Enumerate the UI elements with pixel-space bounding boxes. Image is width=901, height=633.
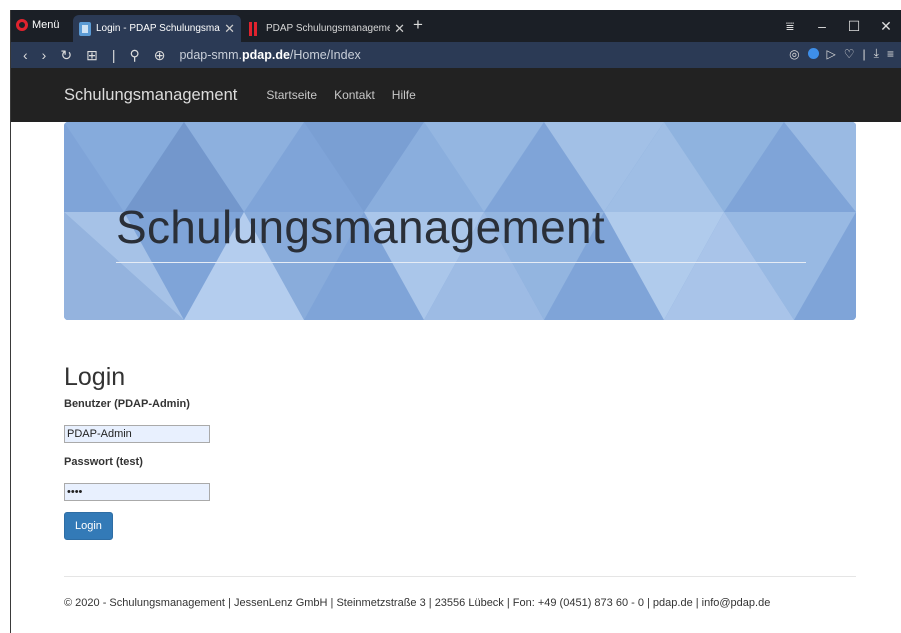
close-tab-icon[interactable]: ✕ [394, 21, 405, 37]
password-input[interactable] [64, 483, 210, 501]
tab-title: Login - PDAP Schulungsma [96, 23, 220, 34]
send-icon[interactable]: ▷ [827, 47, 836, 61]
jumbotron-divider [116, 262, 806, 263]
heart-icon[interactable]: ♡ [844, 47, 855, 61]
navbar-links: Startseite Kontakt Hilfe [249, 88, 415, 102]
nav-link-startseite[interactable]: Startseite [266, 88, 317, 102]
window-controls: ⩸ – ☐ ✕ [774, 10, 901, 42]
tab-pdap[interactable]: PDAP Schulungsmanageme ✕ [243, 15, 411, 42]
jumbotron-title: Schulungsmanagement [116, 201, 606, 253]
address-bar-actions: ◎ ▷ ♡ | ⤓ ≡ [789, 46, 894, 61]
snapshot-icon[interactable]: ◎ [789, 47, 799, 61]
browser-window: Menü Login - PDAP Schulungsma ✕ PDAP Sch… [10, 10, 901, 633]
address-bar: ‹ › ↻ ⊞ | ⚲ ⊕ pdap-smm.pdap.de/Home/Inde… [11, 42, 901, 68]
password-label: Passwort (test) [64, 456, 143, 468]
pdap-favicon-icon [249, 21, 261, 36]
username-label: Benutzer (PDAP-Admin) [64, 398, 190, 410]
opera-menu-button[interactable]: Menü [16, 19, 60, 31]
url-field[interactable]: pdap-smm.pdap.de/Home/Index [179, 48, 360, 62]
close-tab-icon[interactable]: ✕ [224, 21, 235, 37]
tab-title: PDAP Schulungsmanageme [266, 23, 391, 34]
speed-dial-icon[interactable]: ⊞ [86, 47, 98, 64]
tab-menu-icon[interactable]: ⩸ [774, 18, 806, 35]
new-tab-button[interactable]: + [413, 15, 423, 35]
page-favicon-icon [79, 21, 91, 36]
menu-label: Menü [32, 19, 60, 31]
footer-text: © 2020 - Schulungsmanagement | JessenLen… [64, 597, 771, 609]
minimize-icon[interactable]: – [806, 18, 838, 34]
jumbotron-banner: Schulungsmanagement [64, 122, 856, 320]
search-icon[interactable]: ⚲ [129, 47, 139, 64]
globe-icon[interactable]: ⊕ [154, 47, 166, 64]
download-icon[interactable]: ⤓ [874, 46, 879, 61]
navbar-brand[interactable]: Schulungsmanagement [64, 86, 237, 105]
url-path: /Home/Index [289, 48, 361, 62]
nav-link-kontakt[interactable]: Kontakt [334, 88, 375, 102]
url-host-domain: pdap.de [241, 48, 290, 62]
login-button[interactable]: Login [64, 512, 113, 540]
opera-logo-icon [16, 19, 28, 31]
ad-block-shield-icon[interactable] [807, 48, 819, 59]
window-edge [0, 0, 901, 10]
site-navbar: Schulungsmanagement Startseite Kontakt H… [11, 68, 901, 122]
easy-setup-icon[interactable]: ≡ [887, 47, 894, 61]
back-icon[interactable]: ‹ [23, 47, 28, 63]
close-window-icon[interactable]: ✕ [870, 18, 901, 35]
url-host-prefix: pdap-smm. [179, 48, 242, 62]
login-heading: Login [64, 363, 126, 391]
footer-divider [64, 576, 856, 577]
navigation-controls: ‹ › ↻ ⊞ | ⚲ ⊕ [23, 47, 165, 64]
reload-icon[interactable]: ↻ [60, 47, 72, 64]
forward-icon[interactable]: › [42, 47, 47, 63]
tab-strip: Menü Login - PDAP Schulungsma ✕ PDAP Sch… [11, 10, 901, 42]
separator-icon: | [111, 47, 116, 63]
username-input[interactable] [64, 425, 210, 443]
login-form: Login Benutzer (PDAP-Admin) Passwort (te… [64, 363, 210, 540]
maximize-icon[interactable]: ☐ [838, 18, 870, 35]
separator-icon: | [862, 46, 866, 61]
tab-login[interactable]: Login - PDAP Schulungsma ✕ [73, 15, 241, 42]
nav-link-hilfe[interactable]: Hilfe [392, 88, 416, 102]
